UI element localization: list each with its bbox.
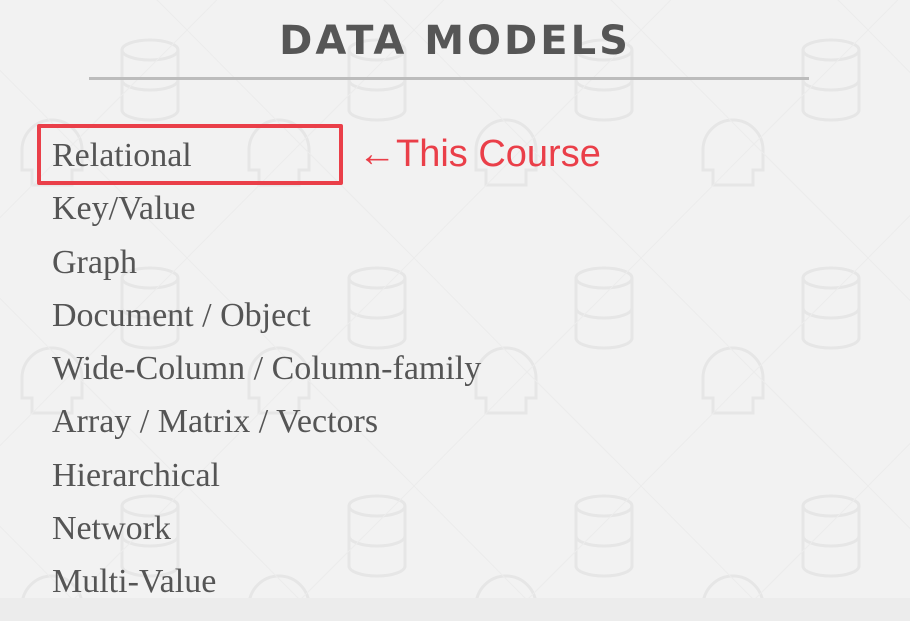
list-item: Key/Value xyxy=(52,190,196,228)
course-annotation: ←This Course xyxy=(358,133,601,175)
list-item: Graph xyxy=(52,243,137,281)
list-item: Hierarchical xyxy=(52,456,220,494)
list-item: Wide-Column / Column-family xyxy=(52,350,482,388)
slide-title: DATA MODELS xyxy=(279,18,631,64)
data-model-list: Relational Key/Value Graph Document / Ob… xyxy=(52,129,481,609)
highlight-box xyxy=(37,124,343,185)
list-item: Array / Matrix / Vectors xyxy=(52,403,379,441)
bottom-bar xyxy=(0,598,910,621)
list-item: Document / Object xyxy=(52,296,311,334)
title-divider xyxy=(89,77,809,80)
list-item: Network xyxy=(52,510,171,548)
